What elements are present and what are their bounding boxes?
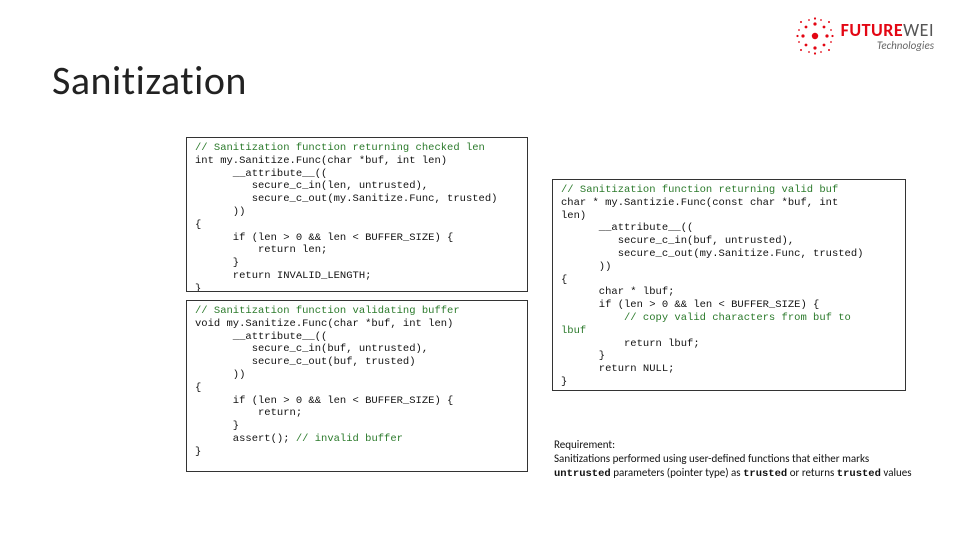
code-comment: // Sanitization function returning check… bbox=[195, 142, 485, 154]
requirement-block: Requirement: Sanitizations performed usi… bbox=[554, 438, 920, 482]
code-line: secure_c_out(buf, trusted) bbox=[195, 356, 416, 368]
code-line: void my.Sanitize.Func(char *buf, int len… bbox=[195, 318, 453, 330]
code-line: secure_c_in(buf, untrusted), bbox=[195, 343, 428, 355]
requirement-kw: untrusted bbox=[554, 468, 611, 480]
code-line: secure_c_out(my.Sanitize.Func, trusted) bbox=[195, 193, 497, 205]
code-line: } bbox=[195, 283, 201, 292]
code-line: return INVALID_LENGTH; bbox=[195, 270, 371, 282]
code-line: secure_c_in(len, untrusted), bbox=[195, 180, 428, 192]
code-line: int my.Sanitize.Func(char *buf, int len) bbox=[195, 155, 447, 167]
requirement-heading: Requirement: bbox=[554, 438, 615, 451]
requirement-text: parameters (pointer type) as bbox=[611, 466, 743, 479]
code-line: return len; bbox=[195, 244, 327, 256]
code-line: __attribute__(( bbox=[195, 168, 327, 180]
code-comment: // Sanitization function validating buff… bbox=[195, 305, 460, 317]
code-line: return; bbox=[195, 407, 302, 419]
requirement-kw: trusted bbox=[743, 468, 787, 480]
code-line: { bbox=[561, 274, 567, 286]
code-line: return lbuf; bbox=[561, 338, 700, 350]
code-comment: // invalid buffer bbox=[296, 433, 403, 445]
code-line: )) bbox=[561, 261, 611, 273]
code-line: len) bbox=[561, 210, 586, 222]
code-line: )) bbox=[195, 369, 245, 381]
code-line: assert(); bbox=[195, 433, 296, 445]
code-line: { bbox=[195, 219, 201, 231]
code-comment: lbuf bbox=[561, 325, 586, 337]
slide-title: Sanitization bbox=[52, 56, 247, 105]
requirement-kw: trusted bbox=[837, 468, 881, 480]
code-line: char * lbuf; bbox=[561, 286, 674, 298]
code-box-return-buf: // Sanitization function returning valid… bbox=[552, 179, 906, 391]
code-line: secure_c_out(my.Sanitize.Func, trusted) bbox=[561, 248, 863, 260]
code-comment: // Sanitization function returning valid… bbox=[561, 184, 838, 196]
logo-burst-icon bbox=[795, 16, 835, 56]
code-comment: // copy valid characters from buf to bbox=[561, 312, 851, 324]
requirement-text: values bbox=[881, 466, 912, 479]
code-box-validate-buffer: // Sanitization function validating buff… bbox=[186, 300, 528, 472]
logo-subline: Technologies bbox=[841, 40, 934, 51]
code-line: char * my.Santizie.Func(const char *buf,… bbox=[561, 197, 838, 209]
code-line: if (len > 0 && len < BUFFER_SIZE) { bbox=[561, 299, 819, 311]
code-line: )) bbox=[195, 206, 245, 218]
logo-brand-bold: FUTURE bbox=[841, 19, 904, 41]
requirement-text: Sanitizations performed using user-defin… bbox=[554, 452, 869, 465]
code-line: } bbox=[195, 446, 201, 458]
code-line: return NULL; bbox=[561, 363, 674, 375]
code-box-return-len: // Sanitization function returning check… bbox=[186, 137, 528, 292]
code-line: if (len > 0 && len < BUFFER_SIZE) { bbox=[195, 232, 453, 244]
code-line: } bbox=[195, 420, 239, 432]
logo-brand-rest: WEI bbox=[903, 19, 934, 41]
code-line: secure_c_in(buf, untrusted), bbox=[561, 235, 794, 247]
code-line: } bbox=[561, 376, 567, 388]
code-line: if (len > 0 && len < BUFFER_SIZE) { bbox=[195, 395, 453, 407]
requirement-text: or returns bbox=[787, 466, 837, 479]
logo-text: FUTUREWEI Technologies bbox=[841, 21, 934, 51]
code-line: __attribute__(( bbox=[561, 222, 693, 234]
code-line: } bbox=[561, 350, 605, 362]
code-line: { bbox=[195, 382, 201, 394]
code-line: } bbox=[195, 257, 239, 269]
brand-logo: FUTUREWEI Technologies bbox=[795, 16, 934, 56]
code-line: __attribute__(( bbox=[195, 331, 327, 343]
